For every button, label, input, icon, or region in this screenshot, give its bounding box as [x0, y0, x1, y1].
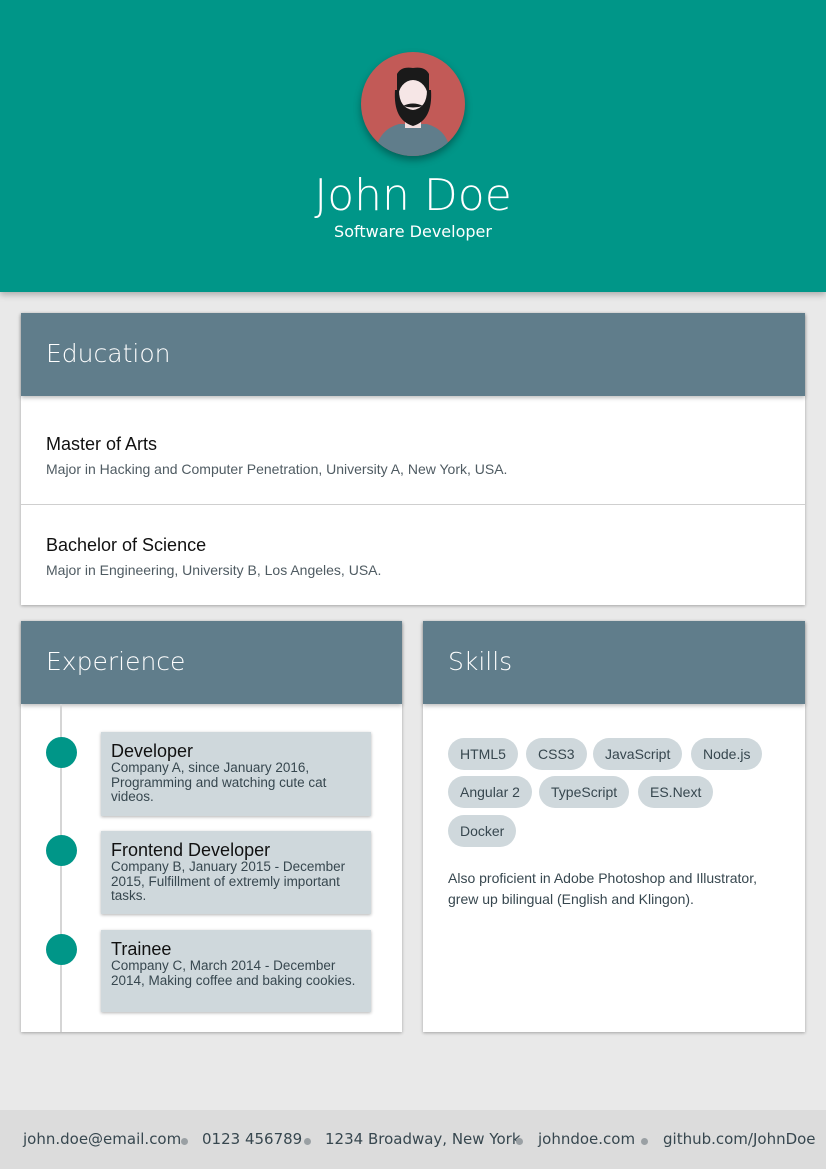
skill-chip: HTML5	[448, 738, 518, 770]
footer-address: 1234 Broadway, New York	[325, 1130, 521, 1148]
bearded-man-avatar-icon	[375, 67, 451, 156]
skill-chip: CSS3	[526, 738, 587, 770]
timeline-dot	[46, 934, 77, 965]
education-item-title: Bachelor of Science	[46, 535, 207, 555]
footer-github-link[interactable]: github.com/JohnDoe	[663, 1130, 816, 1148]
skills-section: Skills HTML5 CSS3 JavaScript Node.js Ang…	[423, 621, 805, 1032]
skill-chip: Docker	[448, 815, 517, 847]
skill-chip: JavaScript	[593, 738, 683, 770]
skill-chip: Node.js	[691, 738, 763, 770]
skills-heading: Skills	[448, 647, 513, 676]
experience-item-description: Company C, March 2014 - December 2014, M…	[111, 958, 356, 988]
education-item-description: Major in Engineering, University B, Los …	[46, 562, 382, 578]
footer-email-link[interactable]: john.doe@email.com	[23, 1130, 181, 1148]
education-header: Education	[21, 313, 805, 396]
avatar	[361, 52, 465, 156]
skill-chip: Angular 2	[448, 776, 532, 808]
education-item: Master of Arts Major in Hacking and Comp…	[21, 396, 805, 505]
footer-separator	[304, 1138, 311, 1145]
timeline-dot	[46, 737, 77, 768]
experience-item-description: Company B, January 2015 - December 2015,…	[111, 859, 346, 903]
footer-website-link[interactable]: johndoe.com	[538, 1130, 635, 1148]
education-item-description: Major in Hacking and Computer Penetratio…	[46, 461, 508, 477]
experience-item: Developer Company A, since January 2016,…	[101, 732, 371, 816]
education-section: Education Master of Arts Major in Hackin…	[21, 313, 805, 605]
person-name: John Doe	[314, 170, 512, 221]
experience-item-title: Frontend Developer	[111, 840, 271, 860]
experience-item-title: Developer	[111, 741, 194, 761]
experience-section: Experience Developer Company A, since Ja…	[21, 621, 402, 1032]
resume-header: John Doe Software Developer	[0, 0, 826, 292]
skill-chip: ES.Next	[638, 776, 714, 808]
skill-chip: TypeScript	[539, 776, 630, 808]
timeline-dot	[46, 835, 77, 866]
experience-item-description: Company A, since January 2016, Programmi…	[111, 760, 327, 804]
footer-separator	[516, 1138, 523, 1145]
education-heading: Education	[46, 339, 171, 368]
footer-separator	[181, 1138, 188, 1145]
contact-footer: john.doe@email.com 0123 456789 1234 Broa…	[0, 1110, 826, 1169]
footer-separator	[641, 1138, 648, 1145]
skills-header: Skills	[423, 621, 805, 704]
experience-item-title: Trainee	[111, 939, 172, 959]
experience-heading: Experience	[46, 647, 186, 676]
experience-header: Experience	[21, 621, 402, 704]
education-item-title: Master of Arts	[46, 434, 158, 454]
person-title: Software Developer	[334, 222, 492, 241]
experience-item: Trainee Company C, March 2014 - December…	[101, 930, 371, 1012]
education-item: Bachelor of Science Major in Engineering…	[21, 505, 805, 605]
skills-note: Also proficient in Adobe Photoshop and I…	[448, 870, 757, 907]
footer-phone: 0123 456789	[202, 1130, 303, 1148]
experience-item: Frontend Developer Company B, January 20…	[101, 831, 371, 914]
